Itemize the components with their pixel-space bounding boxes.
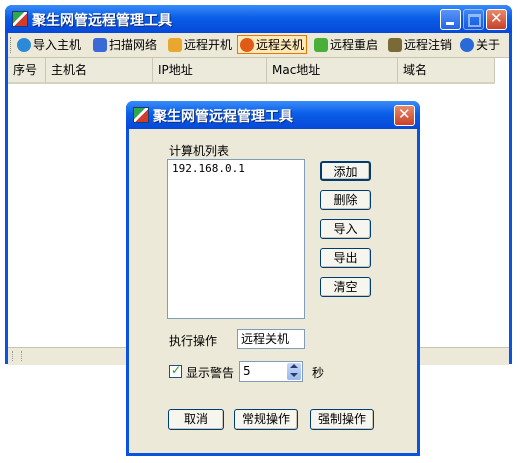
- cancel-button[interactable]: 取消: [168, 409, 224, 430]
- seconds-unit-label: 秒: [312, 366, 325, 380]
- shutdown-dialog: 聚生网管远程管理工具 ✕ 计算机列表 192.168.0.1 添加 删除 导入 …: [126, 101, 420, 456]
- toolbar-label: 导入主机: [33, 38, 82, 52]
- scan-network-button[interactable]: 扫描网络: [91, 35, 159, 54]
- host-list-header: 序号 主机名 IP地址 Mac地址 域名: [8, 58, 495, 84]
- power-off-icon: [240, 37, 254, 52]
- power-on-icon: [168, 37, 182, 52]
- main-titlebar[interactable]: 聚生网管远程管理工具 ✕: [5, 5, 512, 33]
- dialog-title: 聚生网管远程管理工具: [153, 109, 293, 125]
- spin-down-icon[interactable]: [290, 373, 298, 377]
- column-ip[interactable]: IP地址: [153, 58, 267, 82]
- operation-label: 执行操作: [169, 334, 218, 348]
- column-mac[interactable]: Mac地址: [267, 58, 398, 82]
- toolbar-grip[interactable]: [10, 37, 13, 53]
- column-domain[interactable]: 域名: [398, 58, 495, 82]
- toolbar-label: 远程重启: [330, 38, 379, 52]
- column-hostname[interactable]: 主机名: [46, 58, 153, 82]
- import-hosts-button[interactable]: 导入主机: [15, 35, 83, 54]
- close-icon: ✕: [398, 105, 411, 123]
- minimize-button[interactable]: [440, 9, 461, 30]
- about-button[interactable]: 关于: [458, 35, 502, 54]
- dialog-body: 计算机列表 192.168.0.1 添加 删除 导入 导出 清空 执行操作 远程…: [129, 129, 417, 453]
- close-button[interactable]: ✕: [486, 9, 507, 30]
- show-warning-checkbox[interactable]: ✓: [169, 363, 182, 378]
- spin-buttons[interactable]: [287, 363, 301, 380]
- toolbar-label: 关于: [476, 38, 501, 52]
- remote-shutdown-button[interactable]: 远程关机: [237, 35, 308, 54]
- remote-logoff-button[interactable]: 远程注销: [386, 35, 454, 54]
- window-title: 聚生网管远程管理工具: [32, 13, 172, 29]
- remote-restart-button[interactable]: 远程重启: [312, 35, 380, 54]
- toolbar: 导入主机 扫描网络 远程开机 远程关机 远程重启 远程注销 关于: [8, 33, 509, 58]
- computer-listbox[interactable]: 192.168.0.1: [167, 159, 305, 319]
- spin-up-icon[interactable]: [290, 364, 298, 368]
- info-icon: [460, 37, 474, 52]
- force-operation-button[interactable]: 强制操作: [310, 409, 374, 430]
- network-scan-icon: [93, 37, 107, 52]
- restart-icon: [314, 37, 328, 52]
- column-index[interactable]: 序号: [8, 58, 46, 82]
- maximize-icon: [468, 14, 481, 27]
- globe-icon: [17, 37, 31, 52]
- toolbar-label: 远程注销: [404, 38, 453, 52]
- status-grip: [12, 351, 22, 361]
- delete-button[interactable]: 删除: [320, 190, 371, 210]
- import-button[interactable]: 导入: [320, 219, 371, 239]
- app-icon: [12, 11, 28, 27]
- minimize-icon: [446, 22, 454, 25]
- toolbar-label: 远程关机: [256, 38, 305, 52]
- checkmark-icon: ✓: [171, 363, 182, 377]
- toolbar-label: 远程开机: [184, 38, 233, 52]
- export-button[interactable]: 导出: [320, 248, 371, 268]
- dialog-titlebar[interactable]: 聚生网管远程管理工具 ✕: [126, 101, 420, 129]
- dialog-close-button[interactable]: ✕: [394, 105, 415, 126]
- operation-field[interactable]: 远程关机: [237, 329, 305, 349]
- logoff-icon: [388, 37, 402, 52]
- normal-operation-button[interactable]: 常规操作: [234, 409, 298, 430]
- computer-list-item[interactable]: 192.168.0.1: [172, 162, 245, 175]
- maximize-button[interactable]: [463, 9, 484, 30]
- app-icon: [133, 107, 149, 123]
- warning-seconds-value: 5: [243, 364, 251, 378]
- add-button[interactable]: 添加: [320, 161, 371, 181]
- computer-list-label: 计算机列表: [169, 144, 230, 158]
- show-warning-label: 显示警告: [186, 366, 235, 380]
- clear-button[interactable]: 清空: [320, 277, 371, 297]
- close-icon: ✕: [490, 9, 503, 27]
- remote-power-on-button[interactable]: 远程开机: [166, 35, 234, 54]
- warning-seconds-input[interactable]: 5: [239, 361, 303, 382]
- toolbar-label: 扫描网络: [109, 38, 158, 52]
